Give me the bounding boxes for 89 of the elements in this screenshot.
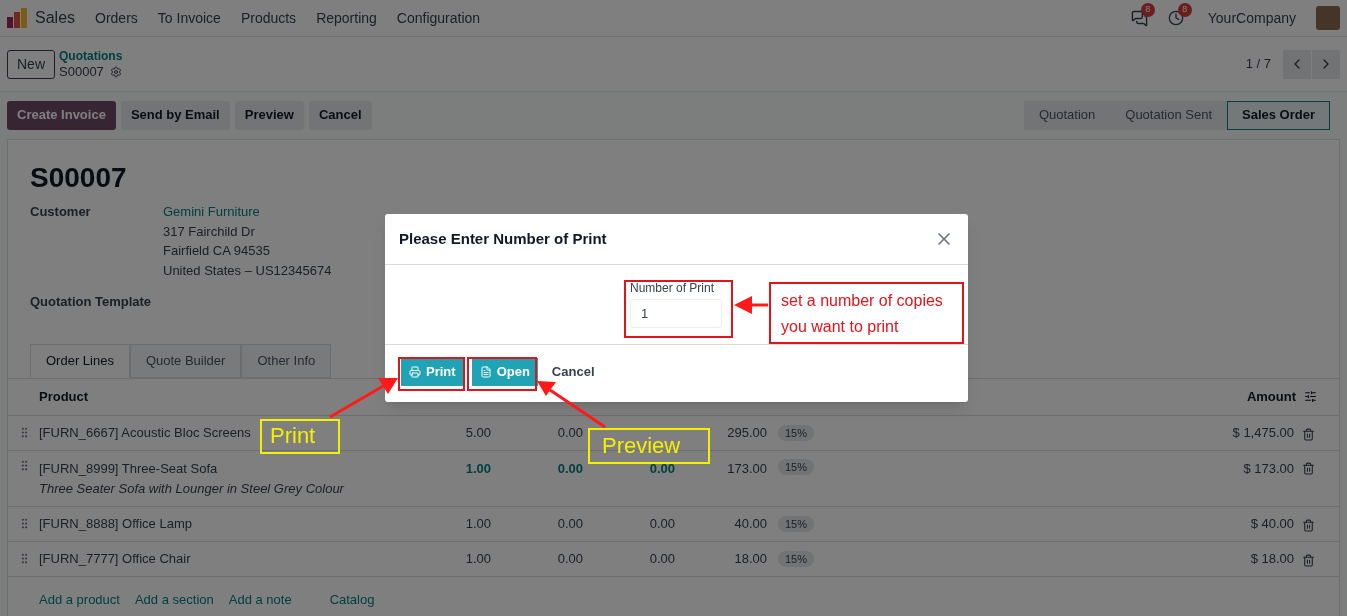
print-button[interactable]: Print — [401, 358, 464, 386]
amount-cell-text: $ 40.00 — [1250, 514, 1294, 533]
sliders-icon[interactable] — [1304, 390, 1317, 403]
add-link[interactable]: Add a section — [134, 589, 214, 609]
product-description: Three Seater Sofa with Lounger in Steel Grey Colour — [39, 479, 344, 498]
bar-chart-logo-icon[interactable] — [7, 8, 27, 28]
settings-icon[interactable] — [109, 65, 122, 78]
number-input-field[interactable]: 1 — [630, 299, 722, 328]
pager-value[interactable]: 1 / 7 — [1245, 54, 1271, 74]
address-line: Fairfield CA 94535 — [163, 242, 271, 260]
menu-item[interactable]: Configuration — [396, 7, 481, 29]
app-name[interactable]: Sales — [35, 6, 76, 30]
table-cell-text: 0.00 — [556, 514, 583, 533]
product-name: [FURN_7777] Office Chair — [39, 549, 191, 568]
record-title: S00007 — [30, 161, 128, 195]
action-button[interactable]: Cancel — [308, 100, 372, 130]
pointer-arrow — [329, 378, 398, 419]
menu-item[interactable]: Products — [240, 7, 297, 29]
clock-icon[interactable] — [1167, 10, 1184, 26]
table-cell-text: 1.00 — [464, 549, 491, 568]
table-cell-text: 0.00 — [648, 549, 675, 568]
activity-count-badge: 8 — [1177, 3, 1192, 17]
previous-button[interactable] — [1283, 49, 1311, 79]
pointer-arrow — [734, 296, 768, 314]
table-cell-text: 1.00 — [464, 459, 491, 478]
address-line: 317 Fairchild Dr — [163, 222, 256, 241]
product-name: [FURN_8888] Office Lamp — [39, 514, 192, 533]
table-cell-text: 40.00 — [733, 514, 767, 533]
breadcrumb-link[interactable]: Quotations — [59, 49, 123, 64]
action-button[interactable]: Send by Email — [120, 100, 230, 130]
amount-cell-text: $ 18.00 — [1250, 549, 1294, 568]
add-link[interactable]: Add a note — [228, 589, 292, 609]
printer-icon — [409, 366, 421, 378]
table-cell-text: 173.00 — [726, 459, 767, 478]
table-cell-text: 0.00 — [556, 423, 583, 442]
tax-tag: 15% — [778, 515, 815, 532]
annotation-label: Preview — [588, 428, 710, 464]
annotation-label: Print — [260, 419, 340, 454]
table-cell-text: 0.00 — [556, 549, 583, 568]
form-tab[interactable]: Order Lines — [30, 343, 130, 378]
table-cell-text: 5.00 — [464, 423, 491, 442]
pointer-arrow — [537, 381, 606, 429]
table-cell-text: 0.00 — [648, 514, 675, 533]
column-header[interactable]: Product — [8, 386, 89, 407]
form-tab[interactable]: Other Info — [241, 343, 332, 378]
field-label: Customer — [30, 203, 92, 221]
document-icon — [479, 366, 492, 378]
tax-tag: 15% — [778, 424, 815, 441]
action-button[interactable]: Preview — [234, 100, 304, 130]
table-cell-text: 295.00 — [726, 423, 767, 442]
field-label: Number of Print — [630, 281, 716, 295]
menu-item[interactable]: To Invoice — [157, 7, 221, 29]
callout-note: set a number of copies you want to print — [769, 282, 964, 344]
record-name: S00007 — [59, 64, 104, 79]
highlight-frame — [398, 357, 465, 391]
column-header[interactable]: Amount — [1246, 386, 1296, 407]
cancel-button[interactable]: Cancel — [545, 358, 601, 386]
status-stage[interactable]: Sales Order — [1227, 100, 1330, 130]
menu-item[interactable]: Orders — [95, 7, 138, 29]
amount-cell-text: $ 1,475.00 — [1232, 423, 1294, 442]
next-button[interactable] — [1312, 49, 1340, 79]
add-link[interactable]: Catalog — [329, 589, 375, 609]
open-button[interactable]: Open — [471, 358, 538, 386]
company-name[interactable]: YourCompany — [1207, 7, 1296, 29]
trash-icon[interactable] — [1302, 518, 1315, 532]
product-name: [FURN_8999] Three-Seat Sofa — [39, 459, 218, 478]
action-button[interactable]: Create Invoice — [7, 100, 116, 130]
status-stage[interactable]: Quotation Sent — [1110, 100, 1227, 130]
table-cell-text: 0.00 — [556, 459, 583, 478]
tax-tag: 15% — [778, 458, 815, 475]
dialog-title: Please Enter Number of Print — [399, 228, 607, 249]
amount-cell-text: $ 173.00 — [1243, 459, 1294, 478]
highlight-frame — [467, 357, 537, 391]
address-line: United States – US12345674 — [163, 261, 332, 280]
trash-icon[interactable] — [1302, 553, 1315, 567]
customer-link[interactable]: Gemini Furniture — [163, 202, 332, 222]
message-count-badge: 8 — [1140, 2, 1155, 17]
trash-icon[interactable] — [1302, 461, 1315, 475]
menu-item[interactable]: Reporting — [316, 7, 377, 29]
new-button[interactable]: New — [7, 49, 55, 79]
trash-icon[interactable] — [1302, 427, 1315, 441]
tax-tag: 15% — [778, 550, 815, 567]
add-link[interactable]: Add a product — [39, 589, 120, 609]
table-cell-text: 1.00 — [464, 514, 491, 533]
status-stage[interactable]: Quotation — [1023, 100, 1111, 130]
field-label: Quotation Template — [30, 293, 152, 311]
form-tab[interactable]: Quote Builder — [129, 343, 242, 378]
table-cell-text: 18.00 — [733, 549, 767, 568]
product-name: [FURN_6667] Acoustic Bloc Screens — [39, 423, 251, 442]
